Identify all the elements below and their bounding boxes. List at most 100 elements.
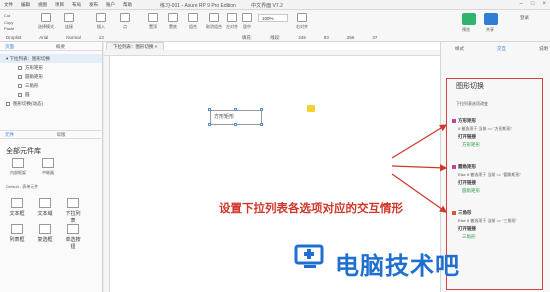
tab-style[interactable]: 样式 (455, 46, 464, 52)
align-right-button[interactable]: 右对齐 (296, 13, 308, 30)
menu-view[interactable]: 视图 (38, 2, 47, 8)
case-condition: If 被选项于 当前 == "方形矩形" (458, 126, 513, 131)
case-item[interactable]: 方形矩形 (452, 118, 476, 124)
group-button[interactable]: 组合 (188, 13, 198, 30)
lib-item-textarea[interactable]: 文本域 (36, 198, 54, 217)
library-select[interactable]: Default - 表单元件 (6, 184, 38, 190)
tab-outline[interactable]: 概要 (51, 42, 102, 50)
case-color-icon (452, 164, 456, 169)
library-title[interactable]: 全部元件库 (6, 146, 41, 156)
bring-front-button[interactable]: 置顶 (148, 13, 158, 30)
paste-button[interactable]: Paste (4, 26, 14, 33)
close-icon[interactable]: × (542, 1, 546, 7)
lib-item-checkbox[interactable]: 复选框 (36, 224, 54, 243)
interaction-flag-icon[interactable] (307, 105, 315, 112)
h-field[interactable]: 37 (372, 35, 377, 41)
lib-item-label: 单选按钮 (65, 237, 81, 250)
x-field[interactable]: 245 (298, 35, 306, 41)
case-name: 方形矩形 (458, 118, 476, 123)
tab-pages[interactable]: 页面 (0, 42, 51, 50)
inline-frame-icon (12, 158, 24, 168)
tree-item-page[interactable]: ▾ 下拉列表：图形切换 (0, 54, 102, 63)
point-button[interactable]: 点 (120, 13, 130, 30)
insert-button[interactable]: 插入 (96, 13, 106, 30)
group-icon (188, 13, 198, 22)
case-item[interactable]: 三角形 (452, 210, 472, 216)
tree-item-circle[interactable]: 圆 (6, 90, 102, 99)
menu-arrange[interactable]: 布局 (72, 2, 81, 8)
textbox-icon (11, 198, 23, 208)
lib-item-repeater[interactable]: 中继器 (42, 158, 54, 176)
font-family-select[interactable]: Arial (39, 35, 48, 41)
menu-account[interactable]: 账户 (106, 2, 115, 8)
preview-button[interactable] (462, 13, 476, 25)
tree-item-rect[interactable]: 方形矩形 (6, 63, 102, 72)
login-button[interactable]: 登录 (520, 15, 529, 21)
action-title: 打开链接 (458, 134, 476, 139)
action-target[interactable]: 方形矩形 (462, 142, 480, 148)
align-left-button[interactable]: 左对齐 (226, 13, 238, 30)
menu-help[interactable]: 帮助 (123, 2, 132, 8)
resize-handle[interactable] (208, 123, 211, 126)
action-target[interactable]: 圆角矩形 (462, 188, 480, 194)
connect-button[interactable]: 连接 (64, 13, 74, 30)
lib-item-textbox[interactable]: 文本框 (8, 198, 26, 217)
point-label: 点 (123, 24, 127, 29)
menu-publish[interactable]: 发布 (89, 2, 98, 8)
radio-icon (67, 224, 79, 234)
y-field[interactable]: 83 (324, 35, 329, 41)
page-icon (6, 101, 10, 106)
font-style-select[interactable]: Normal (66, 35, 81, 41)
send-back-button[interactable]: 置底 (168, 13, 178, 30)
tab-widgets[interactable]: 元件 (0, 131, 52, 138)
tab-notes[interactable]: 说明 (539, 46, 548, 52)
send-back-icon (168, 13, 178, 22)
share-button[interactable] (484, 13, 498, 25)
lib-item-droplist[interactable]: 下拉列表 (64, 198, 82, 224)
align-right-label: 右对齐 (296, 24, 308, 29)
menu-project[interactable]: 项目 (55, 2, 64, 8)
action-target[interactable]: 三角形 (462, 234, 476, 240)
close-icon[interactable]: × (155, 44, 158, 49)
w-field[interactable]: 256 (347, 35, 355, 41)
action-title: 打开链接 (458, 226, 476, 231)
case-condition: Else If 被选项于 当前 == "圆角矩形" (458, 172, 522, 177)
menu-edit[interactable]: 编辑 (21, 2, 30, 8)
align-center-button[interactable]: 居中 (242, 13, 252, 30)
tree-item-dynamic[interactable]: 图形切换(动态) (6, 99, 102, 108)
ungroup-label: 取消组合 (206, 24, 222, 29)
case-item[interactable]: 圆角矩形 (452, 164, 476, 170)
monitor-logo-icon (294, 244, 324, 268)
tab-interactions[interactable]: 交互 (497, 46, 506, 52)
checkbox-icon (39, 224, 51, 234)
tab-masters[interactable]: 母版 (52, 131, 104, 138)
lib-item-label: 下拉列表 (65, 211, 81, 224)
resize-handle[interactable] (234, 108, 237, 111)
ungroup-button[interactable]: 取消组合 (206, 13, 222, 30)
align-center-label: 居中 (243, 24, 251, 29)
tree-item-triangle[interactable]: 三角形 (6, 81, 102, 90)
lib-item-label: 内部框架 (10, 170, 26, 175)
tab-page-canvas[interactable]: 下拉列表：图形切换 × (106, 42, 165, 50)
minimize-icon[interactable]: – (520, 1, 523, 7)
resize-handle[interactable] (208, 108, 211, 111)
lib-item-label: 文本框 (9, 211, 25, 217)
maximize-icon[interactable]: □ (531, 1, 535, 7)
zoom-select[interactable]: 100% (258, 14, 288, 22)
resize-handle[interactable] (234, 123, 237, 126)
lib-item-radio[interactable]: 单选按钮 (64, 224, 82, 250)
font-size-select[interactable]: 13 (99, 35, 104, 41)
resize-handle[interactable] (260, 123, 263, 126)
lib-item-listbox[interactable]: 列表框 (8, 224, 26, 243)
window-controls: – □ × (520, 1, 546, 7)
select-mode-button[interactable]: 选择模式 (38, 13, 54, 30)
bring-front-label: 置顶 (149, 24, 157, 29)
tree-item-rounded[interactable]: 圆角矩形 (6, 72, 102, 81)
menu-file[interactable]: 文件 (4, 2, 13, 8)
page-icon (18, 65, 22, 70)
case-color-icon (452, 210, 456, 215)
resize-handle[interactable] (260, 108, 263, 111)
left-panel: 页面 概要 ▾ 下拉列表：图形切换 方形矩形 圆角矩形 三角形 圆 图形切换(动… (0, 42, 103, 292)
widget-type-label: Droplist (6, 35, 22, 40)
lib-item-inline-frame[interactable]: 内部框架 (10, 158, 26, 176)
